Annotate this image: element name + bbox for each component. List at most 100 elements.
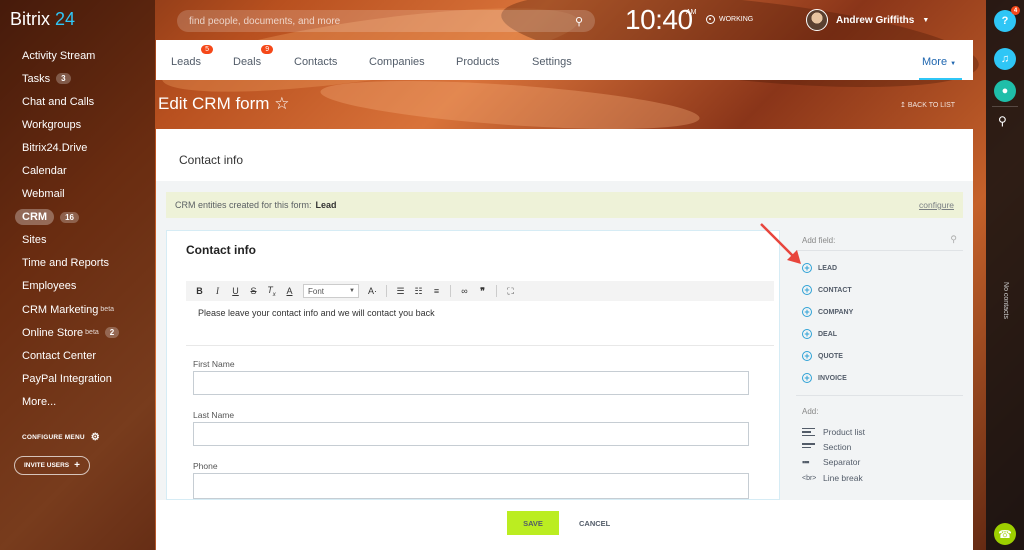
sidebar-item-label: Workgroups bbox=[22, 118, 82, 131]
add-product-list[interactable]: Product list bbox=[802, 427, 865, 437]
section-icon bbox=[802, 443, 815, 451]
phone-field[interactable] bbox=[193, 473, 749, 499]
bold-icon[interactable]: B bbox=[195, 286, 204, 296]
font-select[interactable]: Font ▼ bbox=[303, 284, 359, 298]
clock-time[interactable]: 10:40 bbox=[625, 4, 693, 36]
add-entity-company[interactable]: + COMPANY bbox=[802, 307, 853, 317]
add-entity-quote[interactable]: + QUOTE bbox=[802, 351, 843, 361]
add-section[interactable]: Section bbox=[802, 442, 851, 452]
right-sidebar: ? 4 ♫ ● ⚲ No contacts ☎ bbox=[986, 0, 1024, 550]
numbered-list-icon[interactable]: ☰ bbox=[396, 286, 405, 297]
clear-format-icon[interactable]: Tx bbox=[267, 285, 276, 298]
underline-icon[interactable]: U bbox=[231, 286, 240, 296]
quote-icon[interactable]: ❞ bbox=[478, 286, 487, 297]
add-entity-contact[interactable]: + CONTACT bbox=[802, 285, 852, 295]
plus-circle-icon: + bbox=[802, 285, 812, 295]
sidebar-item[interactable]: Bitrix24.Drive bbox=[0, 136, 155, 159]
divider bbox=[496, 285, 497, 297]
configure-link[interactable]: configure bbox=[919, 200, 954, 210]
tab-leads[interactable]: Leads 5 bbox=[171, 45, 213, 68]
sidebar-item[interactable]: Time and Reports bbox=[0, 252, 155, 275]
add-separator[interactable]: ▪▪▪ Separator bbox=[802, 457, 860, 467]
work-status[interactable]: WORKING bbox=[706, 15, 753, 24]
divider bbox=[796, 395, 963, 396]
sidebar-item-label: Employees bbox=[22, 280, 77, 293]
notifications-button[interactable]: ♫ bbox=[994, 48, 1016, 70]
tab-more[interactable]: More ▼ bbox=[918, 56, 963, 80]
divider bbox=[796, 250, 963, 251]
first-name-label: First Name bbox=[193, 359, 235, 369]
search-icon[interactable]: ⚲ bbox=[575, 15, 583, 28]
clock-ampm: AM bbox=[686, 9, 697, 16]
sidebar-item[interactable]: Webmail bbox=[0, 183, 155, 206]
chevron-down-icon: ▼ bbox=[950, 61, 957, 67]
sidebar-item[interactable]: Contact Center bbox=[0, 344, 155, 367]
align-icon[interactable]: ≡ bbox=[432, 286, 441, 296]
entity-label: INVOICE bbox=[818, 374, 847, 382]
separator-icon: ▪▪▪ bbox=[802, 457, 810, 467]
save-button[interactable]: SAVE bbox=[507, 511, 559, 535]
sidebar-item[interactable]: Chat and Calls bbox=[0, 90, 155, 113]
cancel-button[interactable]: CANCEL bbox=[579, 519, 610, 528]
phone-label: Phone bbox=[193, 461, 218, 471]
contacts-search-icon[interactable]: ⚲ bbox=[998, 114, 1007, 128]
last-name-label: Last Name bbox=[193, 410, 235, 420]
sidebar-item-label: CRM Marketing bbox=[22, 303, 99, 316]
tab-settings[interactable]: Settings bbox=[532, 56, 572, 68]
main-panel: Contact info CRM entities created for th… bbox=[156, 129, 973, 550]
global-search[interactable]: ⚲ bbox=[177, 10, 595, 32]
counter-badge: 16 bbox=[60, 211, 79, 223]
add-entity-invoice[interactable]: + INVOICE bbox=[802, 373, 847, 383]
sidebar-item[interactable]: Online Store beta 2 bbox=[0, 321, 155, 344]
crm-entities-notice: CRM entities created for this form: Lead … bbox=[166, 192, 963, 218]
link-icon[interactable]: ∞ bbox=[460, 286, 469, 296]
sidebar-item[interactable]: CRM 16 bbox=[0, 206, 155, 229]
entity-label: DEAL bbox=[818, 330, 838, 338]
sidebar-item[interactable]: Tasks 3 bbox=[0, 67, 155, 90]
bullet-list-icon[interactable]: ☷ bbox=[414, 286, 423, 297]
sidebar-item[interactable]: Sites bbox=[0, 229, 155, 252]
font-color-icon[interactable]: A bbox=[285, 286, 294, 296]
editor-content[interactable]: Please leave your contact info and we wi… bbox=[198, 308, 435, 318]
sidebar-item-label: Calendar bbox=[22, 165, 67, 178]
last-name-field[interactable] bbox=[193, 422, 749, 446]
sidebar-item-label: Bitrix24.Drive bbox=[22, 141, 88, 154]
clock-status-icon bbox=[706, 15, 715, 24]
sidebar-item-label: More... bbox=[22, 395, 57, 408]
sidebar-item[interactable]: PayPal Integration bbox=[0, 367, 155, 390]
sidebar-item[interactable]: CRM Marketing beta bbox=[0, 298, 155, 321]
phone-icon[interactable]: ☎ bbox=[994, 523, 1016, 545]
form-title[interactable]: Contact info bbox=[186, 243, 256, 257]
invite-users-button[interactable]: INVITE USERS + bbox=[14, 456, 90, 475]
tab-companies[interactable]: Companies bbox=[369, 56, 425, 68]
first-name-field[interactable] bbox=[193, 371, 749, 395]
beta-tag: beta bbox=[100, 306, 115, 314]
open-channels-button[interactable]: ● bbox=[994, 80, 1016, 102]
add-line-break[interactable]: <br> Line break bbox=[802, 473, 863, 483]
search-icon[interactable]: ⚲ bbox=[950, 234, 957, 245]
chevron-down-icon: ▼ bbox=[349, 288, 355, 294]
sidebar-item[interactable]: More... bbox=[0, 390, 155, 413]
add-entity-deal[interactable]: + DEAL bbox=[802, 329, 837, 339]
back-to-list-link[interactable]: ↥ BACK TO LIST bbox=[900, 101, 955, 109]
configure-menu-button[interactable]: CONFIGURE MENU ⚙ bbox=[22, 432, 100, 443]
divider bbox=[386, 285, 387, 297]
fullscreen-icon[interactable]: ⛶ bbox=[506, 286, 515, 297]
app-logo[interactable]: Bitrix 24 bbox=[10, 9, 75, 30]
italic-icon[interactable]: I bbox=[213, 286, 222, 296]
font-size-icon[interactable]: A· bbox=[368, 286, 377, 296]
add-entity-lead[interactable]: + LEAD bbox=[802, 263, 837, 273]
sidebar-item[interactable]: Workgroups bbox=[0, 113, 155, 136]
search-input[interactable] bbox=[189, 15, 575, 27]
sidebar-item[interactable]: Employees bbox=[0, 275, 155, 298]
star-icon[interactable]: ☆ bbox=[274, 94, 289, 113]
sidebar-item[interactable]: Calendar bbox=[0, 159, 155, 182]
tab-deals[interactable]: Deals 9 bbox=[233, 45, 274, 68]
sidebar-item[interactable]: Activity Stream bbox=[0, 44, 155, 67]
user-menu[interactable]: Andrew Griffiths ▼ bbox=[806, 9, 929, 31]
tab-products[interactable]: Products bbox=[456, 56, 499, 68]
strikethrough-icon[interactable]: S bbox=[249, 286, 258, 296]
left-sidebar: Bitrix 24 Activity Stream Tasks 3 Chat and … bbox=[0, 0, 155, 550]
help-button[interactable]: ? 4 bbox=[994, 6, 1020, 32]
tab-contacts[interactable]: Contacts bbox=[294, 56, 337, 68]
